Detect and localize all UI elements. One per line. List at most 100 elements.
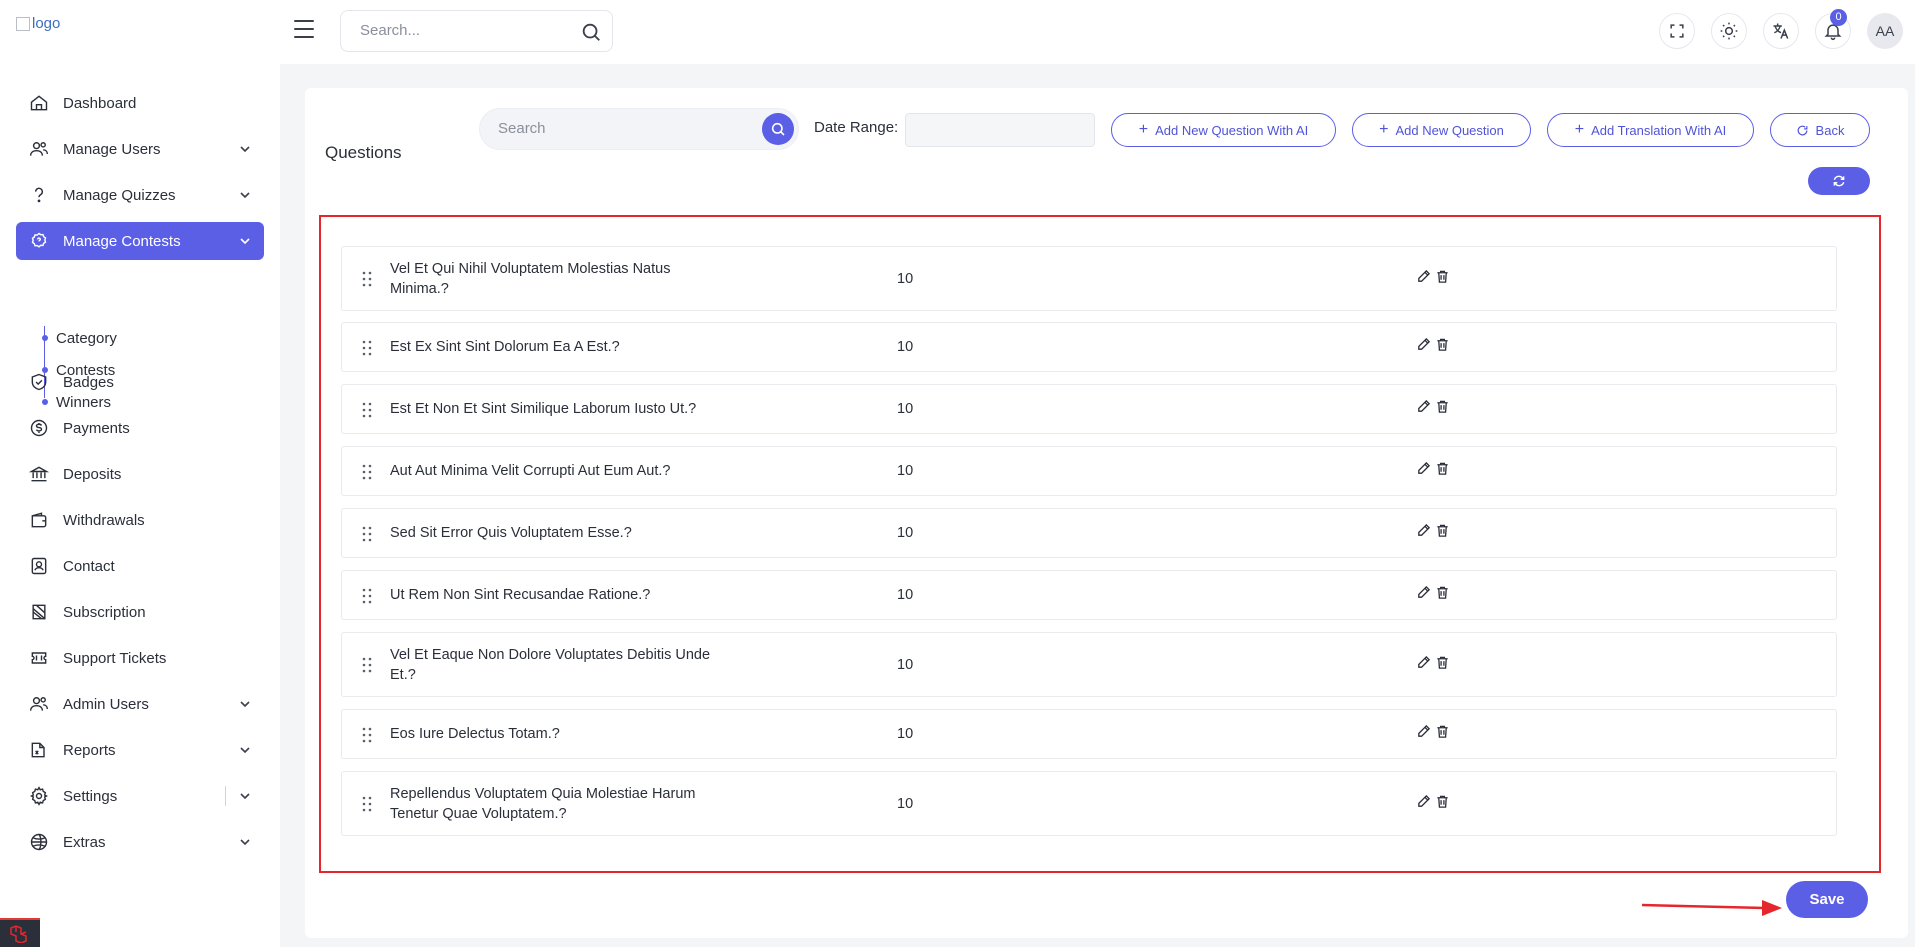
trash-icon[interactable] (1435, 724, 1450, 739)
edit-icon[interactable] (1416, 523, 1431, 538)
sidebar-item-withdrawals[interactable]: Withdrawals (16, 501, 264, 539)
global-search-input[interactable] (360, 22, 560, 39)
edit-icon[interactable] (1416, 461, 1431, 476)
submenu-item-category[interactable]: Category (40, 326, 240, 350)
trash-icon[interactable] (1435, 269, 1450, 284)
add-question-button[interactable]: + Add New Question (1352, 113, 1531, 147)
bank-icon (28, 463, 50, 485)
edit-icon[interactable] (1416, 585, 1431, 600)
question-search-input[interactable] (498, 120, 738, 137)
plus-icon: + (1379, 120, 1389, 138)
question-row[interactable]: Repellendus Voluptatem Quia Molestiae Ha… (341, 771, 1837, 836)
sidebar-item-manage-users[interactable]: Manage Users (16, 130, 264, 168)
trash-icon[interactable] (1435, 523, 1450, 538)
drag-handle-icon[interactable] (362, 657, 372, 673)
question-row[interactable]: Est Ex Sint Sint Dolorum Ea A Est.? 10 (341, 322, 1837, 372)
add-translation-ai-button[interactable]: + Add Translation With AI (1547, 113, 1754, 147)
trash-icon[interactable] (1435, 461, 1450, 476)
drag-handle-icon[interactable] (362, 271, 372, 287)
sidebar-item-support-tickets[interactable]: Support Tickets (16, 639, 264, 677)
trash-icon[interactable] (1435, 337, 1450, 352)
trash-icon[interactable] (1435, 585, 1450, 600)
hamburger-menu-icon[interactable] (292, 18, 316, 40)
trash-icon[interactable] (1435, 655, 1450, 670)
sync-icon (1833, 175, 1845, 187)
sidebar-item-label: Manage Contests (63, 232, 181, 250)
question-row[interactable]: Est Et Non Et Sint Similique Laborum Ius… (341, 384, 1837, 434)
edit-icon[interactable] (1416, 655, 1431, 670)
dollar-circle-icon (28, 417, 50, 439)
question-row[interactable]: Aut Aut Minima Velit Corrupti Aut Eum Au… (341, 446, 1837, 496)
chevron-down-icon (240, 701, 250, 708)
red-arrow-annotation (1641, 900, 1782, 916)
trash-icon[interactable] (1435, 794, 1450, 809)
sidebar-item-label: Manage Users (63, 140, 161, 158)
sidebar-item-contact[interactable]: Contact (16, 547, 264, 585)
laravel-debug-icon[interactable] (0, 918, 40, 947)
question-text: Est Ex Sint Sint Dolorum Ea A Est.? (390, 339, 620, 355)
language-icon[interactable] (1763, 13, 1799, 49)
edit-icon[interactable] (1416, 337, 1431, 352)
question-search (479, 108, 799, 150)
add-question-ai-button[interactable]: + Add New Question With AI (1111, 113, 1336, 147)
trash-icon[interactable] (1435, 399, 1450, 414)
sidebar-item-extras[interactable]: Extras (16, 823, 264, 861)
edit-icon[interactable] (1416, 794, 1431, 809)
question-row[interactable]: Ut Rem Non Sint Recusandae Ratione.? 10 (341, 570, 1837, 620)
date-range-input[interactable] (905, 113, 1095, 147)
question-points: 10 (897, 401, 914, 417)
sidebar-item-label: Contact (63, 557, 115, 575)
refresh-back-icon (1797, 125, 1807, 135)
drag-handle-icon[interactable] (362, 340, 372, 356)
logo[interactable]: logo (16, 15, 60, 32)
top-bar: logo 0 AA (0, 0, 1915, 64)
sidebar-item-subscription[interactable]: Subscription (16, 593, 264, 631)
contest-icon (28, 230, 50, 252)
sidebar-item-manage-contests[interactable]: Manage Contests (16, 222, 264, 260)
refresh-button[interactable] (1808, 167, 1870, 195)
submenu-label: Category (56, 329, 117, 347)
sidebar-item-label: Settings (63, 787, 118, 805)
sidebar-item-settings[interactable]: Settings (16, 777, 264, 815)
sidebar-item-admin-users[interactable]: Admin Users (16, 685, 264, 723)
avatar[interactable]: AA (1867, 13, 1903, 49)
edit-icon[interactable] (1416, 269, 1431, 284)
global-search (340, 10, 613, 52)
chevron-down-icon (240, 146, 250, 153)
sidebar-item-label: Subscription (63, 603, 146, 621)
search-icon (771, 122, 785, 136)
sidebar-item-deposits[interactable]: Deposits (16, 455, 264, 493)
question-row[interactable]: Vel Et Qui Nihil Voluptatem Molestias Na… (341, 246, 1837, 311)
drag-handle-icon[interactable] (362, 402, 372, 418)
search-button[interactable] (762, 113, 794, 145)
drag-handle-icon[interactable] (362, 464, 372, 480)
question-row[interactable]: Vel Et Eaque Non Dolore Voluptates Debit… (341, 632, 1837, 697)
question-row[interactable]: Sed Sit Error Quis Voluptatem Esse.? 10 (341, 508, 1837, 558)
drag-handle-icon[interactable] (362, 727, 372, 743)
question-points: 10 (897, 463, 914, 479)
question-text: Aut Aut Minima Velit Corrupti Aut Eum Au… (390, 463, 671, 479)
sidebar-item-badges[interactable]: Badges (16, 363, 264, 401)
sidebar-item-payments[interactable]: Payments (16, 409, 264, 447)
sidebar-item-reports[interactable]: Reports (16, 731, 264, 769)
edit-icon[interactable] (1416, 399, 1431, 414)
fullscreen-icon[interactable] (1659, 13, 1695, 49)
edit-icon[interactable] (1416, 724, 1431, 739)
question-points: 10 (897, 726, 914, 742)
question-row[interactable]: Eos Iure Delectus Totam.? 10 (341, 709, 1837, 759)
drag-handle-icon[interactable] (362, 526, 372, 542)
sidebar-item-dashboard[interactable]: Dashboard (16, 84, 264, 122)
chevron-down-icon (240, 793, 250, 800)
save-button[interactable]: Save (1786, 881, 1868, 918)
sidebar-item-manage-quizzes[interactable]: Manage Quizzes (16, 176, 264, 214)
search-icon[interactable] (580, 21, 602, 43)
theme-sun-icon[interactable] (1711, 13, 1747, 49)
question-icon (28, 184, 50, 206)
drag-handle-icon[interactable] (362, 796, 372, 812)
drag-handle-icon[interactable] (362, 588, 372, 604)
back-button[interactable]: Back (1770, 113, 1870, 147)
users-icon (28, 138, 50, 160)
admin-users-icon (28, 693, 50, 715)
sidebar-item-label: Payments (63, 419, 130, 437)
sidebar-item-label: Manage Quizzes (63, 186, 176, 204)
